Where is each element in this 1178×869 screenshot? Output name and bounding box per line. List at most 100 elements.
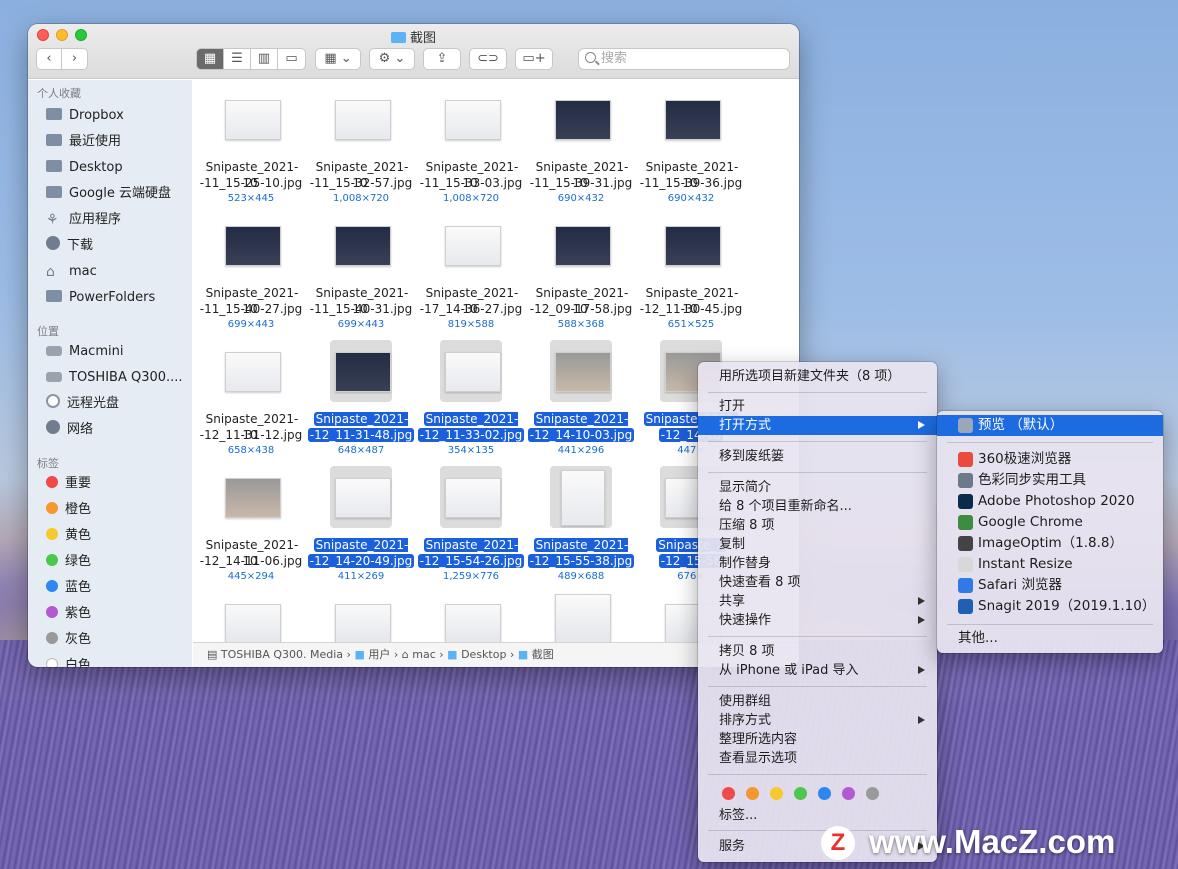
group-button[interactable]: ▦ ⌄ [315,48,361,70]
submenu-other[interactable]: 其他... [937,628,1163,649]
file-item[interactable]: Snipaste_2021-10 -11_15-33-03.jpg 1,008×72… [417,92,525,212]
forward-button[interactable]: › [62,49,87,69]
file-dimensions: 648×487 [337,445,385,456]
submenu-app-item[interactable]: Google Chrome [937,512,1163,533]
menu-duplicate[interactable]: 复制 [698,535,937,554]
tag-color-dot-icon[interactable] [770,787,783,800]
sidebar-item-tag[interactable]: 黄色 [46,526,91,546]
sidebar-item-macmini[interactable]: Macmini [46,342,123,362]
submenu-app-item[interactable]: 360极速浏览器 [937,449,1163,470]
menu-sort-by[interactable]: 排序方式 [698,711,937,730]
file-name: -12_14-11-06.jpg [197,553,305,569]
share-button[interactable]: ⇪ [423,48,461,70]
sidebar-item-tag[interactable]: 橙色 [46,500,91,520]
sidebar-item-home[interactable]: ⌂ mac [46,262,97,282]
tag-color-dot-icon[interactable] [722,787,735,800]
file-item[interactable]: Snipaste_2021-10 -11_15-39-36.jpg 690×432 [637,92,745,212]
submenu-app-item[interactable]: ImageOptim（1.8.8） [937,533,1163,554]
sidebar-item-dropbox[interactable]: Dropbox [46,106,124,126]
sidebar-item-tag[interactable]: 绿色 [46,552,91,572]
file-item[interactable]: Snipaste_2021-10 -11_15-32-57.jpg 1,008×72… [307,92,415,212]
chrome-icon [958,515,973,530]
menu-quick-look[interactable]: 快速查看 8 项 [698,573,937,592]
sidebar-item-tag[interactable]: 重要 [46,474,91,494]
path-item[interactable]: Desktop [461,648,506,661]
submenu-app-item[interactable]: 色彩同步实用工具 [937,470,1163,491]
submenu-app-item[interactable]: Snagit 2019（2019.1.10） [937,596,1163,617]
submenu-app-item[interactable]: Adobe Photoshop 2020 [937,491,1163,512]
file-item[interactable]: Snipaste_2021-10-12_14-10-03.jpg441×296 [527,340,635,464]
menu-separator [708,472,927,473]
tag-color-dot-icon[interactable] [818,787,831,800]
file-item[interactable]: Snipaste_2021-10 -17_14-36-27.jpg 819×588 [417,218,525,338]
file-item[interactable]: Snipaste_2021-10 -12_14-11-06.jpg 445×294 [197,470,305,590]
sidebar-item-applications[interactable]: ⚘ 应用程序 [46,210,121,230]
file-item[interactable]: Snipaste_2021-10 -12_09-17-58.jpg 588×368 [527,218,635,338]
file-item[interactable]: Snipaste_2021-10-12_15-54-26.jpg1,259×77… [417,466,525,590]
menu-open[interactable]: 打开 [698,397,937,416]
sidebar-item-tag[interactable]: 白色 [46,656,91,667]
file-item[interactable]: Snipaste_2021-10 -11_15-40-31.jpg 699×443 [307,218,415,338]
menu-share[interactable]: 共享 [698,592,937,611]
path-item[interactable]: 截图 [532,648,554,661]
new-folder-button[interactable]: ▭+ [515,48,553,70]
sidebar-item-tag[interactable]: 紫色 [46,604,91,624]
file-name-line: -12_09-17-58.jpg [529,302,633,316]
sidebar-item-powerfolders[interactable]: PowerFolders [46,288,155,308]
menu-move-to-trash[interactable]: 移到废纸篓 [698,447,937,466]
file-item[interactable]: Snipaste_2021-10 -11_15-25-10.jpg 523×445 [197,92,305,212]
file-item[interactable]: Snipaste_2021-10-12_11-31-48.jpg648×487 [307,340,415,464]
submenu-app-item[interactable]: 预览 （默认） [937,415,1163,436]
file-item[interactable]: Snipaste_2021-10-12_11-33-02.jpg354×135 [417,340,525,464]
tag-color-dot-icon[interactable] [746,787,759,800]
menu-make-alias[interactable]: 制作替身 [698,554,937,573]
file-item[interactable]: Snipaste_2021-10-12_14-20-49.jpg411×269 [307,466,415,590]
tag-color-dot-icon[interactable] [866,787,879,800]
sidebar-item-remote-disc[interactable]: 远程光盘 [46,394,119,414]
file-item[interactable]: Snipaste_2021-10 -11_15-39-31.jpg 690×432 [527,92,635,212]
sidebar-item-tag[interactable]: 蓝色 [46,578,91,598]
share-icon: ⇪ [436,51,448,66]
menu-open-with[interactable]: 打开方式 [698,416,937,435]
sidebar-item-desktop[interactable]: Desktop [46,158,123,178]
file-item[interactable]: Snipaste_2021-10 -12_11-31-12.jpg 658×438 [197,344,305,464]
sidebar-item-downloads[interactable]: 下载 [46,236,93,256]
download-icon [46,236,60,250]
submenu-app-item[interactable]: Instant Resize [937,554,1163,575]
column-view-button[interactable]: ▥ [251,49,278,69]
gallery-view-button[interactable]: ▭ [278,49,305,69]
sidebar-item-tag[interactable]: 灰色 [46,630,91,650]
back-button[interactable]: ‹ [37,49,62,69]
tag-button[interactable]: ⊂⊃ [469,48,507,70]
list-view-button[interactable]: ☰ [224,49,251,69]
file-item[interactable]: Snipaste_2021-10 -12_11-30-45.jpg 651×525 [637,218,745,338]
tag-color-dot-icon[interactable] [794,787,807,800]
sidebar-item-network[interactable]: 网络 [46,420,93,440]
sidebar-item-toshiba[interactable]: TOSHIBA Q300.... [46,368,183,388]
file-item[interactable]: Snipaste_2021-10 -11_15-40-27.jpg 699×443 [197,218,305,338]
sidebar-item-recents[interactable]: 最近使用 [46,132,121,152]
menu-compress[interactable]: 压缩 8 项 [698,516,937,535]
search-input[interactable]: 搜索 [578,48,790,70]
menu-clean-up-selection[interactable]: 整理所选内容 [698,730,937,749]
menu-show-view-options[interactable]: 查看显示选项 [698,749,937,768]
menu-new-folder-with-selection[interactable]: 用所选项目新建文件夹（8 项） [698,367,937,386]
submenu-app-item[interactable]: Safari 浏览器 [937,575,1163,596]
menu-get-info[interactable]: 显示简介 [698,478,937,497]
menu-quick-actions[interactable]: 快速操作 [698,611,937,630]
menu-import-label: 从 iPhone 或 iPad 导入 [719,663,859,678]
action-button[interactable]: ⚙ ⌄ [369,48,415,70]
icon-view-button[interactable]: ▦ [197,49,224,69]
sidebar-item-google-drive[interactable]: Google 云端硬盘 [46,184,171,204]
folder-icon [46,134,62,146]
menu-import-from-iphone[interactable]: 从 iPhone 或 iPad 导入 [698,661,937,680]
menu-rename[interactable]: 给 8 个项目重新命名... [698,497,937,516]
file-item[interactable]: Snipaste_2021-10-12_15-55-38.jpg489×688 [527,466,635,590]
menu-use-groups[interactable]: 使用群组 [698,692,937,711]
menu-copy[interactable]: 拷贝 8 项 [698,642,937,661]
path-item[interactable]: TOSHIBA Q300. Media [221,648,343,661]
tag-color-dot-icon[interactable] [842,787,855,800]
file-name-line: -12_15-55-38.jpg [527,554,635,568]
path-item[interactable]: mac [412,648,436,661]
path-item[interactable]: 用户 [368,648,390,661]
